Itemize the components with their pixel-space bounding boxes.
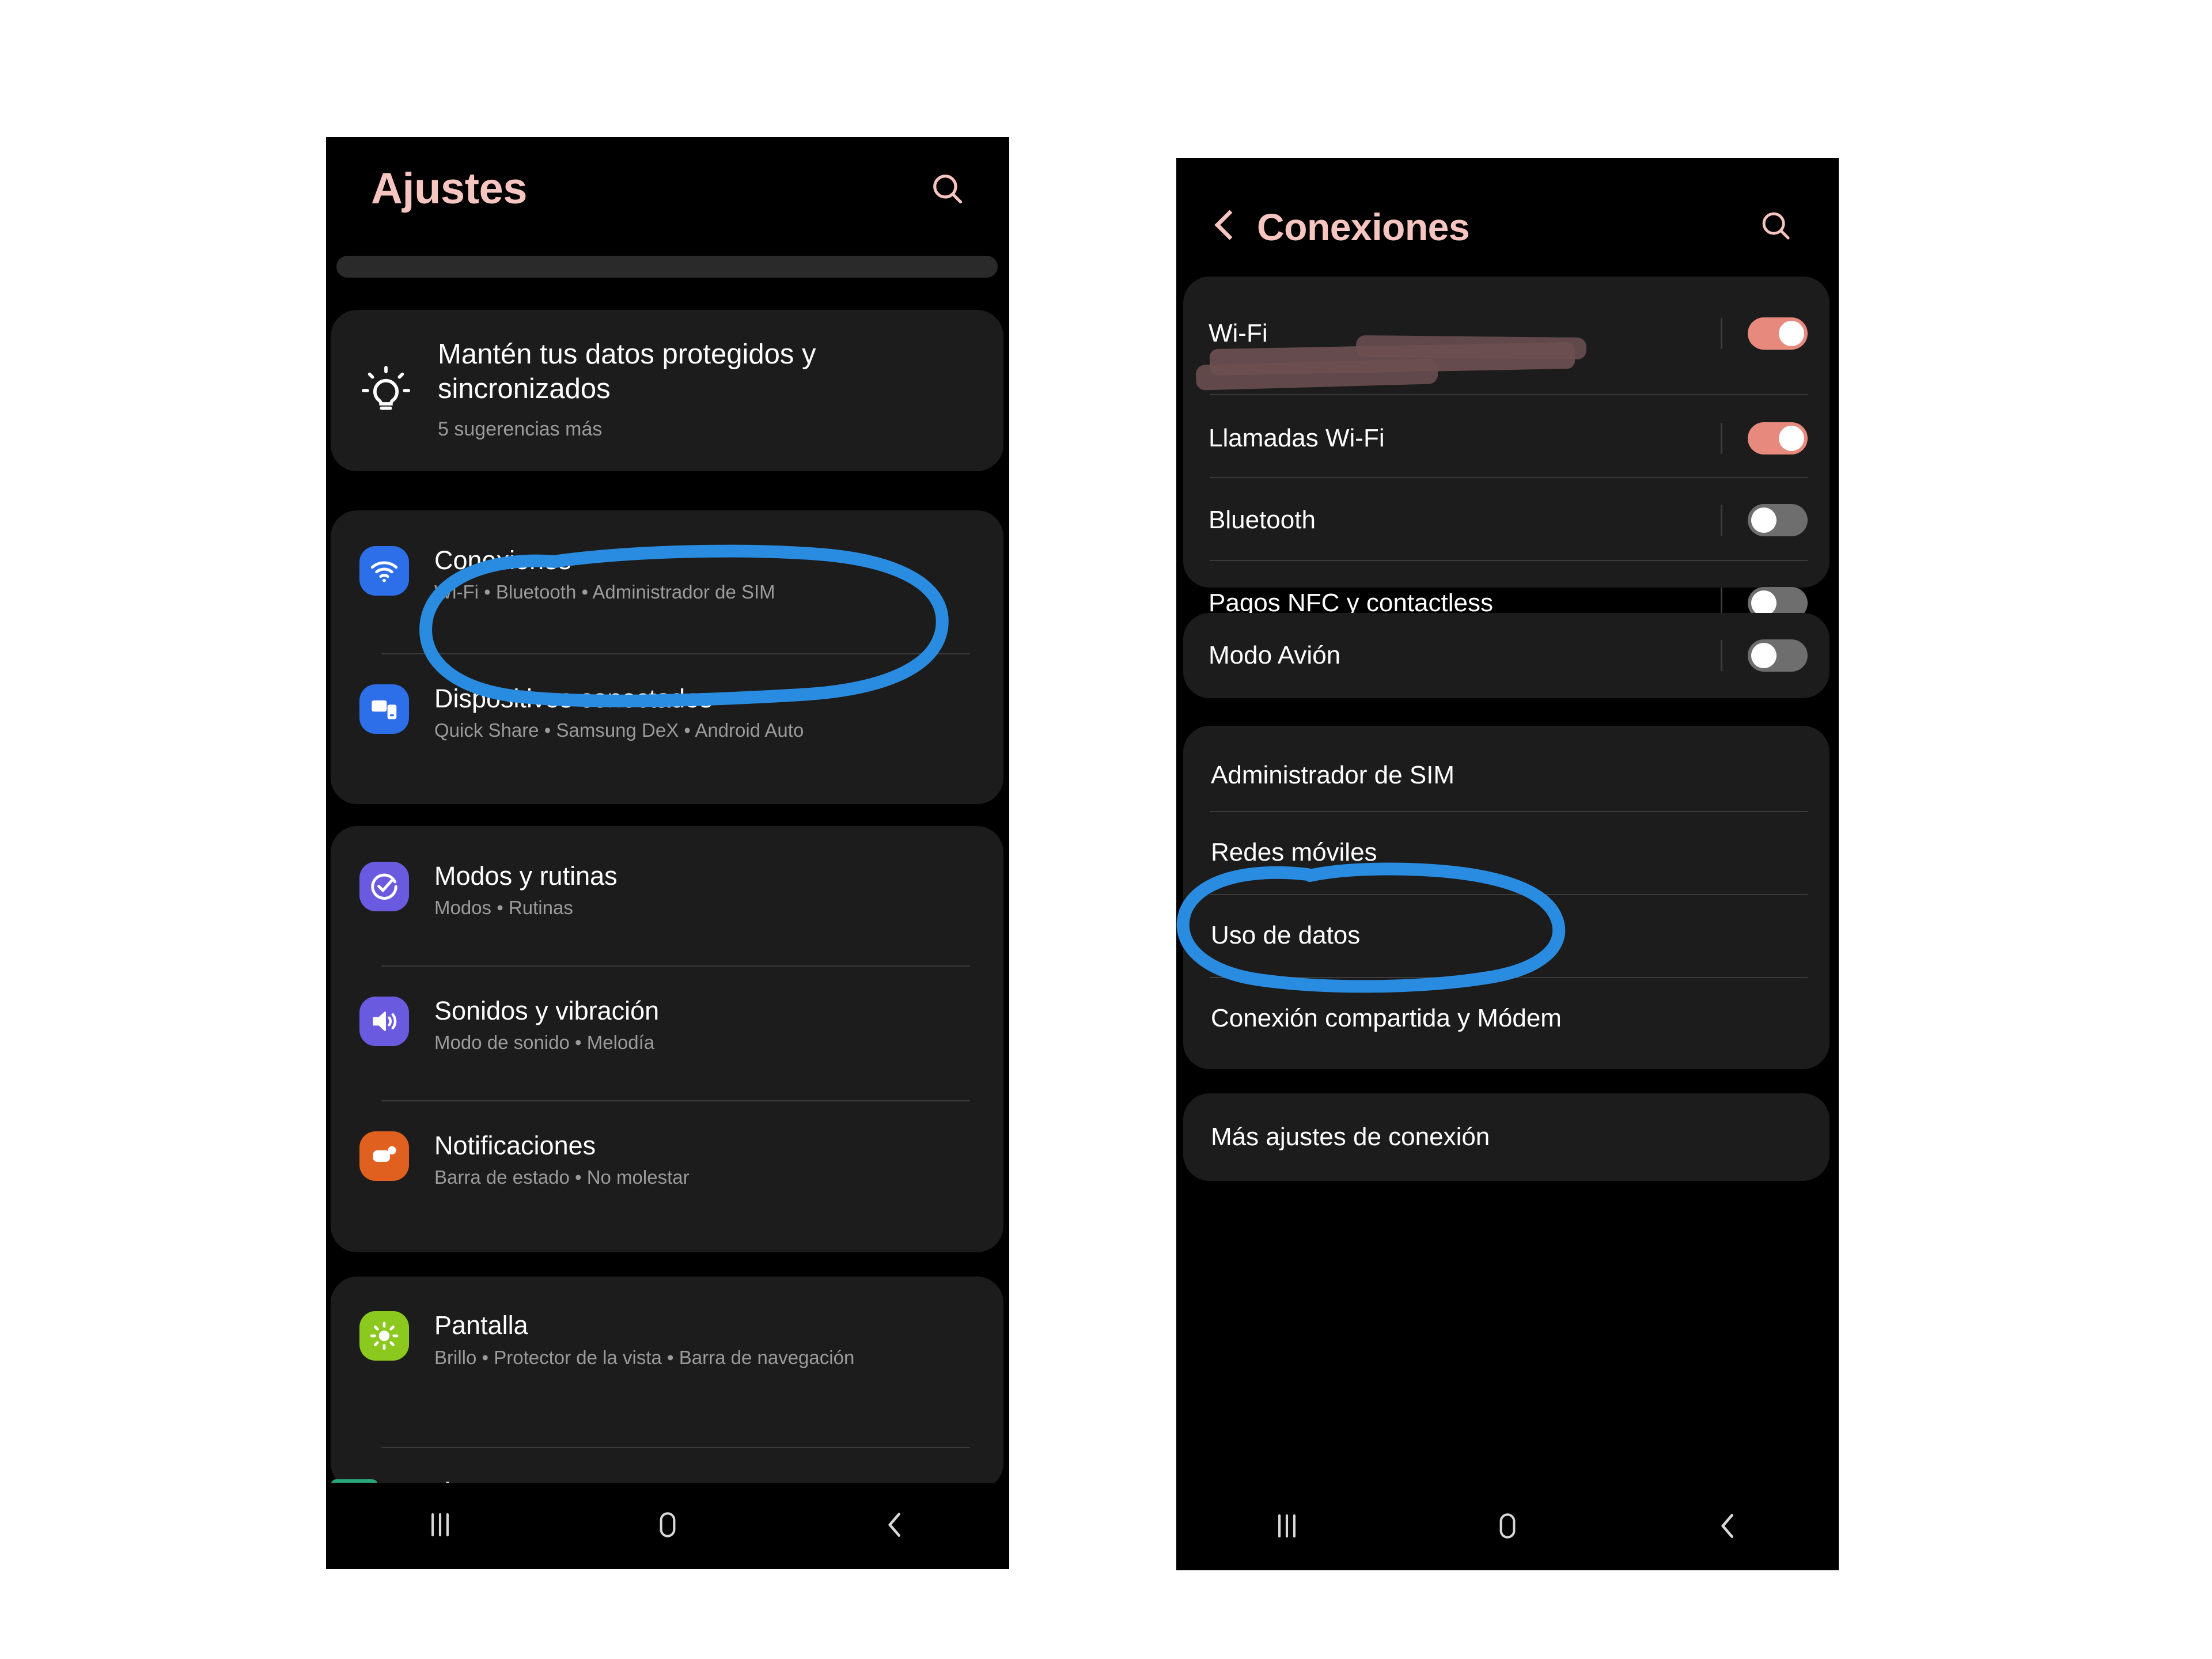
page-title: Conexiones <box>1257 206 1470 248</box>
settings-item-subtitle: Quick Share • Samsung DeX • Android Auto <box>434 719 804 741</box>
row-conexion-compartida-y-modem[interactable]: Conexión compartida y Módem <box>1211 983 1808 1054</box>
tip-card-subtitle: 5 sugerencias más <box>438 418 603 440</box>
settings-item-title: Modos y rutinas <box>434 861 618 891</box>
settings-item-title: Pantalla <box>434 1310 528 1340</box>
toggle-wifi[interactable] <box>1748 317 1808 350</box>
row-label: Redes móviles <box>1211 838 1377 866</box>
sound-icon <box>359 997 409 1046</box>
row-label: Llamadas Wi-Fi <box>1209 424 1385 452</box>
row-label: Administrador de SIM <box>1211 761 1455 789</box>
toggle-llamadas-wifi[interactable] <box>1748 422 1808 454</box>
search-icon[interactable] <box>1758 208 1796 246</box>
settings-group-connections: Conexiones Wi-Fi • Bluetooth • Administr… <box>331 510 1003 804</box>
divider <box>1210 977 1808 978</box>
android-navigation-bar <box>1176 1484 1839 1570</box>
row-mas-ajustes-de-conexion[interactable]: Más ajustes de conexión <box>1211 1099 1808 1175</box>
divider <box>381 1447 970 1448</box>
connections-header: Conexiones <box>1176 175 1839 279</box>
row-label: Bluetooth <box>1209 506 1316 534</box>
toggle-separator <box>1721 505 1722 536</box>
settings-item-title: Dispositivos conectados <box>434 684 713 713</box>
scrolled-card-edge <box>336 256 998 278</box>
redaction-scribble <box>1355 335 1587 360</box>
settings-item-title: Conexiones <box>434 546 571 575</box>
row-label: Uso de datos <box>1211 921 1361 949</box>
settings-item-subtitle: Barra de estado • No molestar <box>434 1166 690 1188</box>
android-navigation-bar <box>326 1483 1009 1569</box>
connections-screen: Conexiones Wi-Fi Llamadas Wi-Fi Bluetoot… <box>1176 158 1839 1570</box>
settings-item-title: Sonidos y vibración <box>434 996 660 1025</box>
tip-card-title: Mantén tus datos protegidos y sincroniza… <box>438 339 816 404</box>
connected-devices-icon <box>359 684 409 734</box>
settings-group-display: Pantalla Brillo • Protector de la vista … <box>331 1277 1003 1490</box>
sidebar-item-dispositivos-conectados[interactable]: Dispositivos conectados Quick Share • Sa… <box>359 684 970 743</box>
toggle-bluetooth[interactable] <box>1748 504 1808 536</box>
recents-icon[interactable] <box>1269 1508 1305 1547</box>
row-label: Conexión compartida y Módem <box>1211 1004 1562 1032</box>
toggle-modo-avion[interactable] <box>1748 639 1808 672</box>
connections-group-airplane: Modo Avión <box>1183 613 1830 698</box>
home-icon[interactable] <box>1490 1508 1525 1547</box>
back-icon[interactable] <box>1710 1508 1746 1547</box>
toggle-knob <box>1751 643 1777 668</box>
notifications-icon <box>359 1131 409 1181</box>
toggle-knob <box>1751 507 1777 533</box>
row-redes-moviles[interactable]: Redes móviles <box>1211 817 1808 888</box>
settings-item-subtitle: Brillo • Protector de la vista • Barra d… <box>434 1347 855 1369</box>
divider <box>1210 477 1808 478</box>
settings-item-subtitle: Modo de sonido • Melodía <box>434 1032 655 1054</box>
settings-group-personal: Modos y rutinas Modos • Rutinas Sonidos … <box>331 826 1003 1252</box>
toggle-separator <box>1721 640 1722 671</box>
search-icon[interactable] <box>929 170 967 208</box>
toggle-knob <box>1779 426 1804 451</box>
divider <box>381 1100 970 1101</box>
toggle-knob <box>1779 321 1804 346</box>
sidebar-item-modos-y-rutinas[interactable]: Modos y rutinas Modos • Rutinas <box>359 861 970 920</box>
connections-group-network: Administrador de SIM Redes móviles Uso d… <box>1183 726 1830 1069</box>
settings-item-subtitle: Wi-Fi • Bluetooth • Administrador de SIM <box>434 581 775 603</box>
modes-routines-icon <box>359 862 409 911</box>
left-phone-screenshot: Ajustes Mantén tus datos protegidos y si… <box>326 137 1009 1569</box>
row-label: Wi-Fi <box>1209 319 1268 347</box>
back-arrow-icon[interactable] <box>1207 210 1242 244</box>
toggle-separator <box>1721 423 1722 454</box>
recents-icon[interactable] <box>422 1507 458 1546</box>
divider <box>1210 394 1808 395</box>
row-bluetooth[interactable]: Bluetooth <box>1209 483 1808 558</box>
settings-header: Ajustes <box>326 137 1009 241</box>
lightbulb-icon <box>359 364 412 417</box>
page-title: Ajustes <box>371 164 528 213</box>
display-brightness-icon <box>359 1311 409 1361</box>
sidebar-item-notificaciones[interactable]: Notificaciones Barra de estado • No mole… <box>359 1131 970 1190</box>
divider <box>1210 560 1808 561</box>
divider <box>381 965 970 967</box>
row-uso-de-datos[interactable]: Uso de datos <box>1211 900 1808 971</box>
screenshot-canvas: Ajustes Mantén tus datos protegidos y si… <box>0 0 2212 1659</box>
tip-card[interactable]: Mantén tus datos protegidos y sincroniza… <box>331 310 1003 471</box>
row-administrador-de-sim[interactable]: Administrador de SIM <box>1211 740 1808 811</box>
toggle-knob <box>1751 590 1777 616</box>
settings-item-subtitle: Modos • Rutinas <box>434 897 573 919</box>
settings-item-title: Notificaciones <box>434 1131 596 1160</box>
sidebar-item-sonidos-y-vibracion[interactable]: Sonidos y vibración Modo de sonido • Mel… <box>359 996 970 1055</box>
divider <box>1210 894 1808 895</box>
connections-group-more: Más ajustes de conexión <box>1183 1093 1830 1181</box>
wifi-icon <box>359 546 409 596</box>
row-label: Modo Avión <box>1209 641 1341 669</box>
sidebar-item-conexiones[interactable]: Conexiones Wi-Fi • Bluetooth • Administr… <box>359 546 970 604</box>
row-label: Más ajustes de conexión <box>1211 1123 1490 1151</box>
settings-screen: Ajustes Mantén tus datos protegidos y si… <box>326 137 1009 1569</box>
back-icon[interactable] <box>877 1507 913 1546</box>
right-phone-screenshot: Conexiones Wi-Fi Llamadas Wi-Fi Bluetoot… <box>1176 158 1839 1570</box>
connections-group-radios: Wi-Fi Llamadas Wi-Fi Bluetooth Pagos NFC… <box>1183 276 1830 619</box>
home-icon[interactable] <box>650 1507 685 1546</box>
sidebar-item-pantalla[interactable]: Pantalla Brillo • Protector de la vista … <box>359 1310 970 1371</box>
row-modo-avion[interactable]: Modo Avión <box>1209 618 1808 694</box>
divider <box>381 653 970 654</box>
toggle-separator <box>1721 318 1722 349</box>
row-llamadas-wifi[interactable]: Llamadas Wi-Fi <box>1209 401 1808 476</box>
divider <box>1210 811 1808 812</box>
